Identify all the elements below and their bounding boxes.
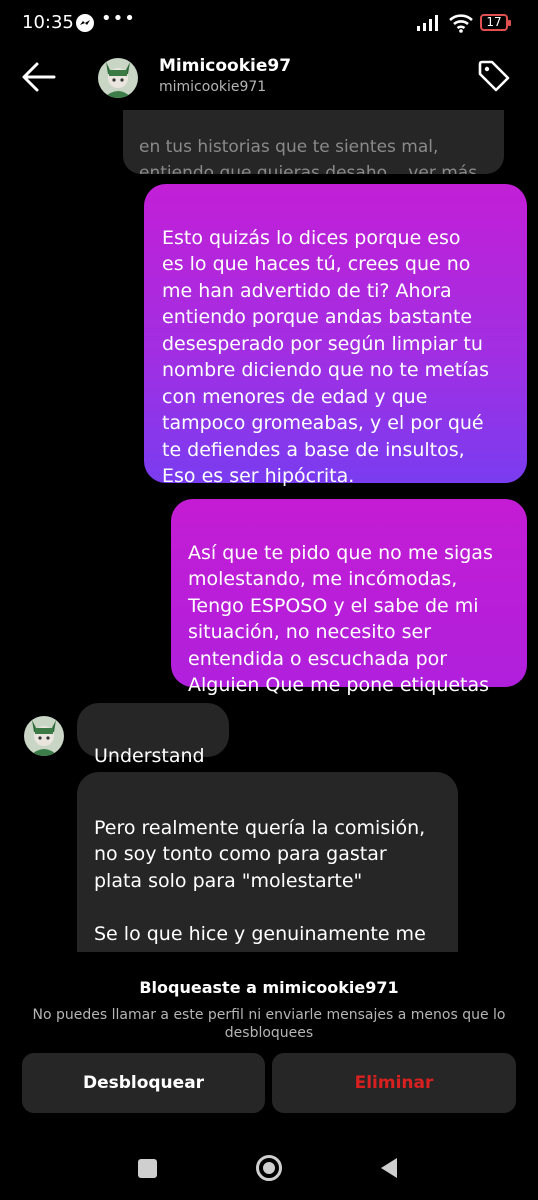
blocked-title: Bloqueaste a mimicookie971	[139, 978, 399, 997]
message-text: Esto quizás lo dices porque eso es lo qu…	[162, 226, 490, 488]
message-bubble-received[interactable]: Pero realmente quería la comisión, no so…	[77, 772, 458, 972]
delete-button[interactable]: Eliminar	[272, 1053, 516, 1113]
system-nav-bar	[0, 1140, 538, 1200]
message-text: Pero realmente quería la comisión, no so…	[94, 816, 426, 972]
message-bubble-received[interactable]: en tus historias que te sientes mal, ent…	[123, 110, 504, 174]
battery-icon: 17	[480, 14, 511, 31]
message-bubble-sent[interactable]: Así que te pido que no me sigas molestan…	[171, 499, 527, 696]
status-time: 10:35	[22, 12, 74, 33]
nav-home-icon[interactable]	[256, 1155, 282, 1181]
message-bubble-sent[interactable]: Esto quizás lo dices porque eso es lo qu…	[144, 184, 527, 487]
message-text: Así que te pido que no me sigas molestan…	[188, 541, 493, 697]
contact-username[interactable]: mimicookie971	[159, 79, 266, 95]
avatar[interactable]	[24, 716, 64, 756]
message-bubble-received[interactable]: Understand	[77, 703, 229, 767]
nav-back-icon[interactable]	[379, 1156, 399, 1184]
message-text: Understand	[94, 744, 205, 767]
avatar[interactable]	[98, 58, 138, 98]
tag-icon[interactable]	[476, 58, 512, 98]
blocked-description: No puedes llamar a este perfil ni enviar…	[32, 1007, 506, 1041]
nav-recents-icon[interactable]	[138, 1159, 157, 1178]
wifi-icon	[448, 12, 474, 38]
chat-header: Mimicookie97 mimicookie971	[0, 48, 538, 110]
message-text: en tus historias que te sientes mal, ent…	[139, 137, 478, 174]
contact-name[interactable]: Mimicookie97	[159, 56, 291, 76]
unblock-button[interactable]: Desbloquear	[22, 1053, 265, 1113]
messenger-icon	[76, 14, 94, 32]
more-notifications-indicator: •••	[101, 8, 136, 29]
status-bar: 10:35 ••• 17	[0, 0, 538, 48]
back-arrow-icon[interactable]	[20, 60, 58, 94]
signal-icon	[415, 14, 441, 36]
